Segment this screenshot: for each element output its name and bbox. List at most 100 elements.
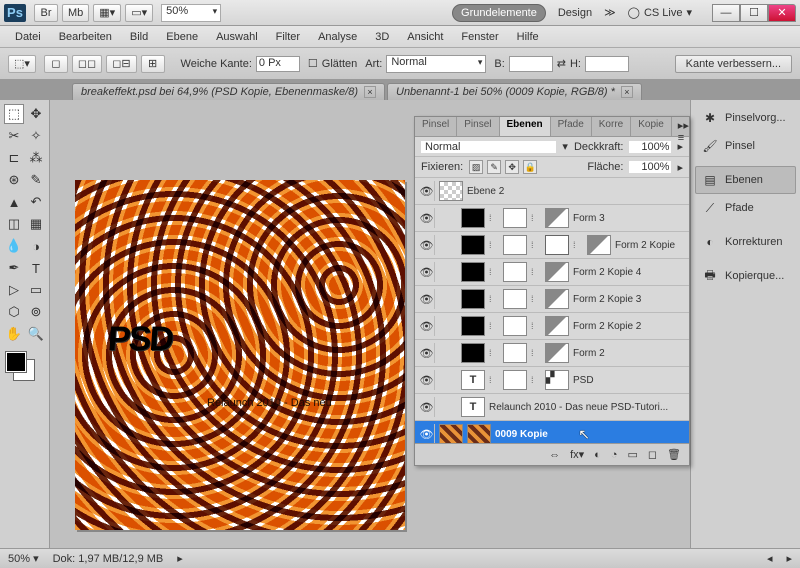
tool-dodge[interactable]: ◑ xyxy=(26,236,46,256)
visibility-icon[interactable]: 👁 xyxy=(419,289,435,309)
lock-transparent-icon[interactable]: ▨ xyxy=(469,160,483,174)
close-tab-icon[interactable]: × xyxy=(364,86,376,98)
zoom-select[interactable]: 50% xyxy=(161,4,221,22)
layer-row[interactable]: 👁T⁞⁞▞PSD xyxy=(415,367,689,394)
visibility-icon[interactable]: 👁 xyxy=(419,235,435,255)
marquee-tool-preset[interactable]: ⬚▾ xyxy=(8,55,36,73)
tool-3d[interactable]: ⬡ xyxy=(4,302,24,322)
visibility-icon[interactable]: 👁 xyxy=(419,316,435,336)
menu-datei[interactable]: Datei xyxy=(6,29,50,45)
minibridge-button[interactable]: Mb xyxy=(62,4,89,22)
tool-marquee[interactable]: ⬚ xyxy=(4,104,24,124)
dock-kopierquelle[interactable]: 🖶Kopierque... xyxy=(695,262,796,290)
menu-bild[interactable]: Bild xyxy=(121,29,157,45)
lock-position-icon[interactable]: ✥ xyxy=(505,160,519,174)
tool-type[interactable]: T xyxy=(26,258,46,278)
menu-3d[interactable]: 3D xyxy=(366,29,398,45)
tool-zoom[interactable]: 🔍 xyxy=(26,324,46,344)
document-canvas[interactable]: PSD Relaunch 2010 - Das neu xyxy=(75,180,405,530)
visibility-icon[interactable]: 👁 xyxy=(419,424,435,443)
panel-tab-kopie[interactable]: Kopie xyxy=(631,117,672,136)
tool-history[interactable]: ↶ xyxy=(26,192,46,212)
fill-input[interactable]: 100% xyxy=(629,161,671,173)
visibility-icon[interactable]: 👁 xyxy=(419,208,435,228)
layer-row[interactable]: 👁⁞⁞Form 2 Kopie 2 xyxy=(415,313,689,340)
layer-row[interactable]: 👁⁞⁞⁞Form 2 Kopie xyxy=(415,232,689,259)
lock-all-icon[interactable]: 🔒 xyxy=(523,160,537,174)
tool-heal[interactable]: ⊛ xyxy=(4,170,24,190)
fx-icon[interactable]: fx▾ xyxy=(570,448,584,461)
dock-pfade[interactable]: ⟋Pfade xyxy=(695,194,796,222)
document-tab-1[interactable]: breakeffekt.psd bei 64,9% (PSD Kopie, Eb… xyxy=(72,83,385,100)
tool-stamp[interactable]: ▲ xyxy=(4,192,24,212)
tool-move[interactable]: ✥ xyxy=(26,104,46,124)
color-swatch[interactable] xyxy=(4,352,46,384)
workspace-design[interactable]: Design xyxy=(558,7,592,19)
tool-gradient[interactable]: ▦ xyxy=(26,214,46,234)
workspace-more[interactable]: ≫ xyxy=(604,6,616,19)
selection-add[interactable]: ◻◻ xyxy=(72,55,102,73)
menu-fenster[interactable]: Fenster xyxy=(452,29,507,45)
panel-tab-korre[interactable]: Korre xyxy=(592,117,631,136)
document-tab-2[interactable]: Unbenannt-1 bei 50% (0009 Kopie, RGB/8) … xyxy=(387,83,642,100)
style-select[interactable]: Normal xyxy=(386,55,486,73)
menu-filter[interactable]: Filter xyxy=(267,29,309,45)
layer-row[interactable]: 👁⁞⁞Form 2 Kopie 4 xyxy=(415,259,689,286)
view-extras-button[interactable]: ▦▾ xyxy=(93,4,121,22)
panel-tab-pfade[interactable]: Pfade xyxy=(551,117,592,136)
menu-ebene[interactable]: Ebene xyxy=(157,29,207,45)
tool-wand[interactable]: ✧ xyxy=(26,126,46,146)
panel-menu-icon[interactable]: ▸▸ ≡ xyxy=(672,117,695,136)
layer-row[interactable]: 👁⁞⁞Form 3 xyxy=(415,205,689,232)
mask-icon[interactable]: ◐ xyxy=(594,449,601,461)
layer-row[interactable]: 👁TRelaunch 2010 - Das neue PSD-Tutori... xyxy=(415,394,689,421)
tool-pen[interactable]: ✒ xyxy=(4,258,24,278)
blend-mode-select[interactable]: Normal xyxy=(421,141,556,153)
status-doc-size[interactable]: Dok: 1,97 MB/12,9 MB xyxy=(53,553,164,565)
opacity-input[interactable]: 100% xyxy=(629,141,671,153)
visibility-icon[interactable]: 👁 xyxy=(419,181,435,201)
feather-input[interactable]: 0 Px xyxy=(256,56,300,72)
menu-auswahl[interactable]: Auswahl xyxy=(207,29,267,45)
refine-edge-button[interactable]: Kante verbessern... xyxy=(675,55,792,73)
tool-brush[interactable]: ✎ xyxy=(26,170,46,190)
group-icon[interactable]: ▭ xyxy=(627,448,637,461)
adjustment-icon[interactable]: ◔ xyxy=(611,449,618,461)
menu-hilfe[interactable]: Hilfe xyxy=(508,29,548,45)
menu-bearbeiten[interactable]: Bearbeiten xyxy=(50,29,121,45)
lock-pixels-icon[interactable]: ✎ xyxy=(487,160,501,174)
panel-tab-pinsel1[interactable]: Pinsel xyxy=(415,117,457,136)
dock-ebenen[interactable]: ▤Ebenen xyxy=(695,166,796,194)
dock-pinsel[interactable]: 🖌Pinsel xyxy=(695,132,796,160)
visibility-icon[interactable]: 👁 xyxy=(419,370,435,390)
minimize-button[interactable]: — xyxy=(712,4,740,22)
status-zoom[interactable]: 50% xyxy=(8,552,39,565)
tool-shape[interactable]: ▭ xyxy=(26,280,46,300)
menu-analyse[interactable]: Analyse xyxy=(309,29,366,45)
panel-tab-pinsel2[interactable]: Pinsel xyxy=(457,117,499,136)
tool-hand[interactable]: ✋ xyxy=(4,324,24,344)
dock-pinselvorg[interactable]: ✱Pinselvorg... xyxy=(695,104,796,132)
layer-row[interactable]: 👁Ebene 2 xyxy=(415,178,689,205)
tool-lasso[interactable]: ✂ xyxy=(4,126,24,146)
selection-intersect[interactable]: ⊞ xyxy=(141,55,165,73)
new-layer-icon[interactable]: ◻ xyxy=(648,448,657,461)
tool-crop[interactable]: ⊏ xyxy=(4,148,24,168)
visibility-icon[interactable]: 👁 xyxy=(419,397,435,417)
selection-subtract[interactable]: ◻⊟ xyxy=(106,55,136,73)
tool-blur[interactable]: 💧 xyxy=(4,236,24,256)
layer-row[interactable]: 👁⁞⁞Form 2 Kopie 3 xyxy=(415,286,689,313)
visibility-icon[interactable]: 👁 xyxy=(419,262,435,282)
link-layers-icon[interactable]: ⇔ xyxy=(549,449,560,461)
layer-row[interactable]: 👁0009 Kopie xyxy=(415,421,689,443)
tool-path[interactable]: ▷ xyxy=(4,280,24,300)
dock-korrekturen[interactable]: ◐Korrekturen xyxy=(695,228,796,256)
visibility-icon[interactable]: 👁 xyxy=(419,343,435,363)
maximize-button[interactable]: ☐ xyxy=(740,4,768,22)
screen-mode-button[interactable]: ▭▾ xyxy=(125,4,153,22)
trash-icon[interactable]: 🗑 xyxy=(667,448,681,461)
close-tab-icon[interactable]: × xyxy=(621,86,633,98)
tool-eraser[interactable]: ◫ xyxy=(4,214,24,234)
tool-3dcam[interactable]: ⊚ xyxy=(26,302,46,322)
panel-tab-ebenen[interactable]: Ebenen xyxy=(500,117,551,136)
